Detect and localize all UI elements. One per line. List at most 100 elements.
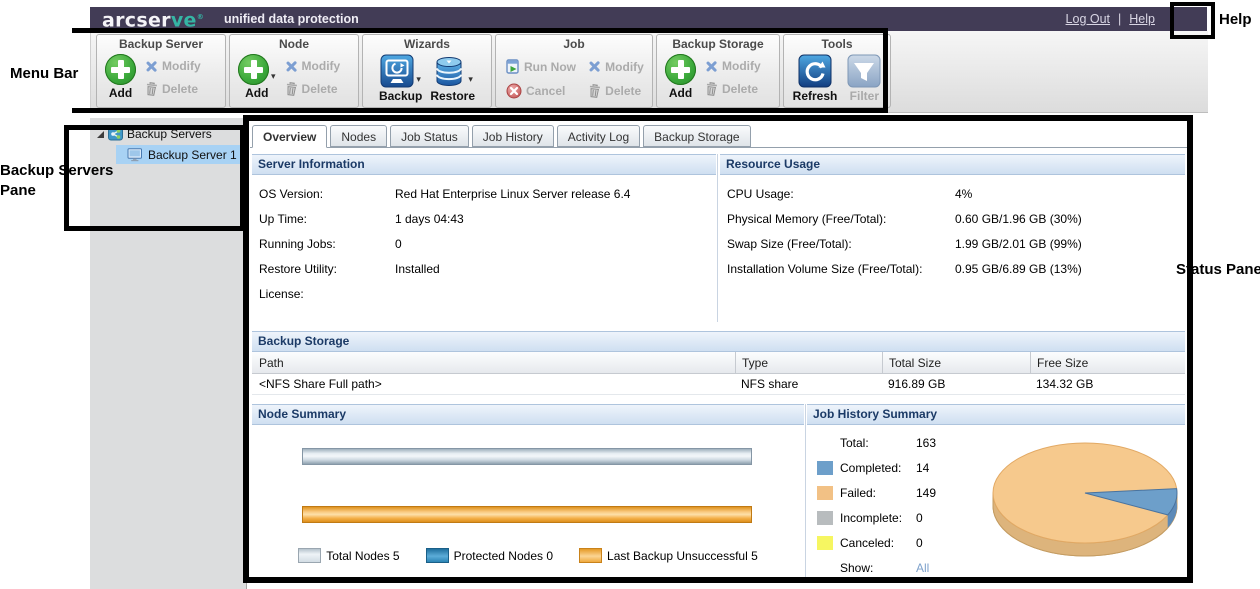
stat-row-incomplete: Incomplete:0 — [817, 505, 936, 530]
restore-wizard-button[interactable]: ▾ Restore — [430, 54, 475, 103]
backup-server-delete-button[interactable]: Delete — [145, 82, 201, 96]
column-type[interactable]: Type — [735, 352, 882, 373]
table-row[interactable]: <NFS Share Full path> NFS share 916.89 G… — [252, 374, 1185, 395]
backup-storage-modify-button[interactable]: Modify — [705, 59, 761, 73]
tab-overview[interactable]: Overview — [252, 125, 327, 148]
link-separator: | — [1118, 12, 1121, 26]
chevron-down-icon: ▾ — [271, 72, 276, 80]
panel-title: Backup Storage — [252, 331, 1185, 352]
panel-title: Resource Usage — [720, 154, 1185, 175]
table-header: Path Type Total Size Free Size — [252, 352, 1185, 374]
add-icon — [665, 54, 696, 85]
group-job: Job Run Now Modify Cancel — [495, 34, 653, 108]
menu-bar: Backup Server Add Modify Delete — [90, 31, 1208, 113]
node-summary-chart — [302, 448, 750, 541]
info-row: Up Time:1 days 04:43 — [252, 206, 716, 231]
completed-swatch — [817, 461, 833, 475]
group-title: Backup Storage — [657, 35, 779, 53]
column-path[interactable]: Path — [252, 356, 735, 370]
job-modify-button[interactable]: Modify — [588, 59, 644, 74]
backup-storage-delete-button[interactable]: Delete — [705, 82, 761, 96]
help-link[interactable]: Help — [1129, 12, 1155, 26]
backup-server-add-button[interactable]: Add — [105, 54, 136, 100]
backup-server-modify-button[interactable]: Modify — [145, 59, 201, 73]
panel-title: Server Information — [252, 154, 716, 175]
job-history-summary-panel: Job History Summary Total:163 Completed:… — [807, 404, 1185, 582]
job-run-now-button[interactable]: Run Now — [506, 59, 576, 74]
server-monitor-icon — [127, 148, 143, 162]
filter-icon — [847, 54, 881, 88]
incomplete-swatch — [817, 511, 833, 525]
app-window: arcserve® unified data protection Log Ou… — [0, 0, 1260, 589]
group-title: Node — [230, 35, 358, 53]
info-row: OS Version:Red Hat Enterprise Linux Serv… — [252, 181, 716, 206]
job-delete-button[interactable]: Delete — [588, 83, 644, 99]
stat-row-total: Total:163 — [817, 430, 936, 455]
group-title: Backup Server — [97, 35, 225, 53]
panel-divider — [717, 154, 718, 322]
legend-swatch-total-nodes — [298, 548, 321, 563]
logout-link[interactable]: Log Out — [1066, 12, 1110, 26]
group-wizards: Wizards ▾ Backup ▾ Resto — [362, 34, 492, 108]
delete-icon — [144, 81, 158, 96]
column-total-size[interactable]: Total Size — [882, 352, 1030, 373]
info-row: Running Jobs:0 — [252, 231, 716, 256]
chevron-down-icon: ▾ — [468, 75, 473, 83]
tree-node-backup-server-1[interactable]: Backup Server 1 — [116, 145, 246, 164]
panel-divider — [805, 404, 806, 582]
backup-monitor-icon — [380, 54, 414, 88]
show-all-link[interactable]: All — [916, 561, 929, 575]
info-row: Swap Size (Free/Total):1.99 GB/2.01 GB (… — [720, 231, 1185, 256]
backup-storage-add-button[interactable]: Add — [665, 54, 696, 100]
stat-row-show: Show:All — [817, 555, 936, 580]
failed-swatch — [817, 486, 833, 500]
stat-row-completed: Completed:14 — [817, 455, 936, 480]
modify-icon — [285, 60, 298, 73]
info-row: License: — [252, 281, 716, 306]
chevron-down-icon: ▾ — [416, 75, 421, 83]
menu-bar-annotation: Menu Bar — [10, 64, 78, 84]
modify-icon — [705, 60, 718, 73]
info-row: Restore Utility:Installed — [252, 256, 716, 281]
info-row: CPU Usage:4% — [720, 181, 1185, 206]
node-modify-button[interactable]: Modify — [285, 59, 341, 73]
arcserve-logo: arcserve® — [102, 7, 204, 30]
tree-node-label: Backup Servers — [127, 127, 212, 141]
network-share-icon — [108, 127, 123, 141]
group-title: Tools — [784, 35, 890, 53]
tree-node-backup-servers[interactable]: Backup Servers — [90, 118, 246, 141]
node-add-button[interactable]: ▾ Add — [238, 54, 276, 100]
group-backup-server: Backup Server Add Modify Delete — [96, 34, 226, 108]
job-cancel-button[interactable]: Cancel — [506, 83, 576, 99]
node-delete-button[interactable]: Delete — [285, 82, 341, 96]
refresh-button[interactable]: Refresh — [793, 54, 838, 103]
add-icon — [105, 54, 136, 85]
tree-node-label: Backup Server 1 — [148, 148, 237, 162]
tree-expand-icon[interactable] — [97, 131, 104, 138]
top-bar: arcserve® unified data protection Log Ou… — [90, 7, 1207, 31]
backup-storage-panel: Backup Storage Path Type Total Size Free… — [252, 331, 1185, 395]
help-annotation: Help — [1219, 10, 1252, 30]
group-title: Job — [496, 35, 652, 53]
tab-job-status[interactable]: Job Status — [390, 125, 469, 147]
backup-servers-pane-annotation: Backup Servers Pane — [0, 161, 114, 202]
modify-icon — [588, 60, 601, 73]
tab-activity-log[interactable]: Activity Log — [557, 125, 640, 147]
canceled-swatch — [817, 536, 833, 550]
backup-wizard-button[interactable]: ▾ Backup — [379, 54, 422, 103]
tab-job-history[interactable]: Job History — [472, 125, 554, 147]
job-history-pie — [975, 430, 1183, 570]
add-icon — [238, 54, 269, 85]
filter-button[interactable]: Filter — [847, 54, 881, 103]
legend-item: Total Nodes 5 — [298, 548, 399, 563]
column-free-size[interactable]: Free Size — [1030, 352, 1185, 373]
server-information-panel: Server Information OS Version:Red Hat En… — [252, 154, 716, 306]
legend-item: Last Backup Unsuccessful 5 — [579, 548, 758, 563]
info-row: Physical Memory (Free/Total):0.60 GB/1.9… — [720, 206, 1185, 231]
product-tagline: unified data protection — [224, 12, 359, 26]
restore-database-icon — [432, 54, 466, 88]
tab-backup-storage[interactable]: Backup Storage — [643, 125, 750, 147]
tab-nodes[interactable]: Nodes — [330, 125, 387, 147]
legend-swatch-protected-nodes — [426, 548, 449, 563]
job-history-stats: Total:163 Completed:14 Failed:149 Incomp… — [817, 430, 936, 580]
